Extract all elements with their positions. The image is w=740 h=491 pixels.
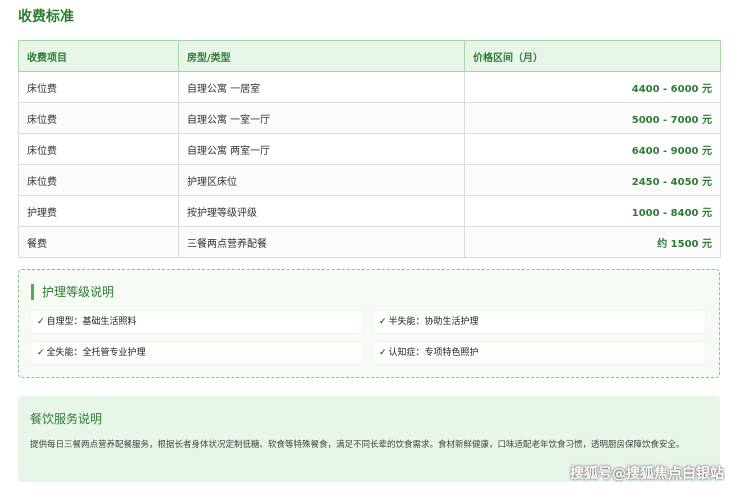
- fee-item-cell: 床位费: [18, 133, 179, 165]
- fee-item-cell: 床位费: [18, 71, 179, 103]
- room-type-cell: 护理区床位: [178, 164, 465, 196]
- table-row: 床位费 护理区床位 2450 - 4050 元: [18, 164, 721, 196]
- price-cell: 1000 - 8400 元: [464, 195, 721, 227]
- price-cell: 4400 - 6000 元: [464, 71, 721, 103]
- care-level-label: 全失能：全托管专业护理: [46, 348, 146, 358]
- room-type-cell: 自理公寓 两室一厅: [178, 133, 465, 165]
- table-row: 床位费 自理公寓 一室一厅 5000 - 7000 元: [18, 102, 721, 134]
- food-service-description: 提供每日三餐两点营养配餐服务，根据长者身体状况定制低糖、软食等特殊餐食，满足不同…: [30, 440, 685, 450]
- care-level-item: ✓ 半失能：协助生活护理: [373, 311, 705, 333]
- care-level-item: ✓ 认知症：专项特色照护: [373, 342, 705, 364]
- page-title: 收费标准: [18, 9, 74, 25]
- price-cell: 5000 - 7000 元: [464, 102, 721, 134]
- care-level-label: 半失能：协助生活护理: [388, 317, 479, 327]
- care-level-label: 认知症：专项特色照护: [388, 348, 479, 358]
- care-level-title: 护理等级说明: [31, 284, 114, 300]
- table-row: 餐费 三餐两点营养配餐 约 1500 元: [18, 226, 721, 258]
- column-header-type: 房型/类型: [178, 40, 465, 72]
- check-icon: ✓: [37, 317, 45, 327]
- check-icon: ✓: [379, 317, 387, 327]
- column-header-price: 价格区间（月）: [464, 40, 721, 72]
- care-level-item: ✓ 全失能：全托管专业护理: [31, 342, 363, 364]
- room-type-cell: 自理公寓 一室一厅: [178, 102, 465, 134]
- check-icon: ✓: [379, 348, 387, 358]
- fee-item-cell: 护理费: [18, 195, 179, 227]
- watermark: 搜狐号@搜狐焦点白银站: [570, 466, 724, 482]
- care-level-panel: 护理等级说明 ✓ 自理型：基础生活照料 ✓ 半失能：协助生活护理 ✓ 全失能：全托管专…: [18, 269, 720, 378]
- fee-table: 收费项目 房型/类型 价格区间（月） 床位费 自理公寓 一居室 4400 - 6…: [18, 40, 721, 258]
- column-header-item: 收费项目: [18, 40, 179, 72]
- table-row: 床位费 自理公寓 两室一厅 6400 - 9000 元: [18, 133, 721, 165]
- check-icon: ✓: [37, 348, 45, 358]
- care-level-item: ✓ 自理型：基础生活照料: [31, 311, 363, 333]
- table-row: 护理费 按护理等级评级 1000 - 8400 元: [18, 195, 721, 227]
- fee-table-header-row: 收费项目 房型/类型 价格区间（月）: [18, 40, 721, 72]
- food-service-title: 餐饮服务说明: [30, 412, 103, 426]
- table-row: 床位费 自理公寓 一居室 4400 - 6000 元: [18, 71, 721, 103]
- room-type-cell: 三餐两点营养配餐: [178, 226, 465, 258]
- price-cell: 约 1500 元: [464, 226, 721, 258]
- room-type-cell: 按护理等级评级: [178, 195, 465, 227]
- fee-item-cell: 床位费: [18, 102, 179, 134]
- room-type-cell: 自理公寓 一居室: [178, 71, 465, 103]
- price-cell: 2450 - 4050 元: [464, 164, 721, 196]
- fee-item-cell: 餐费: [18, 226, 179, 258]
- care-level-label: 自理型：基础生活照料: [46, 317, 137, 327]
- price-cell: 6400 - 9000 元: [464, 133, 721, 165]
- fee-item-cell: 床位费: [18, 164, 179, 196]
